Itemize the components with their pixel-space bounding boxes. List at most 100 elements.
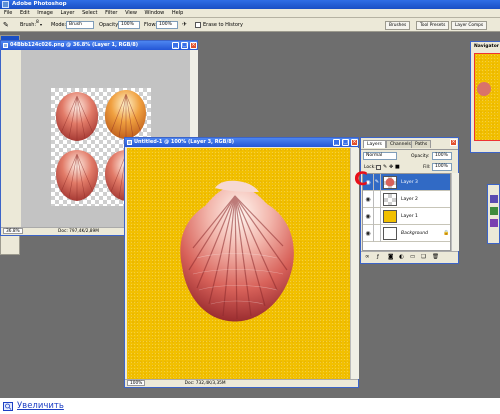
menu-layer[interactable]: Layer (61, 10, 75, 16)
fill-label: Fill: (423, 165, 431, 170)
new-group-icon[interactable]: ▭ (410, 254, 415, 260)
delete-layer-icon[interactable]: 🗑 (432, 254, 439, 260)
shells-zoom-field[interactable]: 36.8% (3, 228, 23, 234)
fill-input[interactable]: 100% (432, 163, 452, 171)
erase-history-checkbox[interactable] (195, 22, 201, 28)
menu-edit[interactable]: Edit (20, 10, 30, 16)
layer-link-slot (373, 225, 381, 242)
lock-move-icon[interactable]: ✥ (389, 164, 393, 170)
close-button[interactable]: × (450, 139, 457, 146)
tab-paths[interactable]: Paths (411, 140, 432, 148)
layer-name: Layer 3 (401, 180, 418, 185)
tab-layer-comps[interactable]: Layer Comps (451, 21, 488, 30)
close-button[interactable]: × (351, 139, 358, 146)
menu-filter[interactable]: Filter (105, 10, 117, 16)
opacity-input[interactable]: 100% (118, 21, 140, 29)
photoshop-workspace: Adobe Photoshop File Edit Image Layer Se… (0, 0, 500, 398)
navigator-title-bar: Navigator (471, 42, 500, 51)
magnify-glyph (5, 403, 12, 410)
navigator-panel: Navigator (470, 41, 500, 153)
main-canvas[interactable] (127, 148, 350, 379)
minimize-button[interactable]: _ (333, 139, 340, 146)
new-layer-icon[interactable]: ❏ (421, 254, 426, 260)
menu-view[interactable]: View (125, 10, 137, 16)
zoom-link[interactable]: Увеличить (17, 400, 64, 412)
adjustment-layer-icon[interactable]: ◐ (399, 254, 404, 260)
shells-doc-info: Doc: 797,4K/2,89M (58, 229, 99, 234)
layer-row-3[interactable]: ◉ ✎ Layer 3 (363, 174, 450, 191)
tab-layers[interactable]: Layers (363, 140, 386, 148)
page-footer: Увеличить (0, 398, 500, 414)
layer-row-1[interactable]: ◉ Layer 1 (363, 208, 450, 225)
layer-name: Background (401, 231, 428, 236)
layers-panel-tab-bar: Layers Channels Paths × (361, 138, 458, 150)
annotation-mark: C (354, 168, 368, 190)
navigator-shell-thumb (477, 82, 491, 96)
shells-window-title: 04Bbb124c026.png @ 36.8% (Layer 1, RGB/8… (10, 42, 138, 48)
erase-history-label: Erase to History (203, 22, 243, 28)
magnify-icon[interactable] (3, 402, 13, 411)
lock-all-icon[interactable]: ■ (395, 164, 400, 170)
document-window-main: Untitled-1 @ 100% (Layer 3, RGB/8) _ □ × (124, 137, 359, 388)
layer-row-background[interactable]: ◉ Background 🔒 (363, 225, 450, 242)
layers-scrollbar[interactable] (451, 173, 459, 251)
app-title: Adobe Photoshop (12, 1, 67, 7)
layer-name: Layer 2 (401, 197, 418, 202)
swatch-icon[interactable] (490, 195, 498, 203)
main-window-title: Untitled-1 @ 100% (Layer 3, RGB/8) (134, 139, 235, 145)
main-status-bar: 100% Doc: 732,4K/3,35M (125, 379, 358, 387)
maximize-button[interactable]: □ (181, 42, 188, 49)
layer-thumbnail (383, 193, 397, 206)
opacity-label: Opacity: (411, 154, 430, 159)
visibility-eye-icon[interactable]: ◉ (364, 208, 372, 225)
eraser-tool-icon[interactable]: ✎ (3, 18, 9, 32)
opacity-label: Opacity: (99, 22, 120, 28)
layer-link-slot (373, 208, 381, 225)
layer-mask-icon[interactable]: ◙ (388, 254, 393, 260)
maximize-button[interactable]: □ (342, 139, 349, 146)
scallop-shell-image (180, 180, 294, 322)
navigator-preview[interactable] (474, 53, 500, 141)
swatch-icon[interactable] (490, 207, 498, 215)
brush-label: Brush: (20, 22, 37, 28)
layer-thumbnail (383, 176, 397, 189)
edge-panel (487, 184, 500, 244)
layer-row-2[interactable]: ◉ Layer 2 (363, 191, 450, 208)
layer-opacity-input[interactable]: 100% (432, 152, 452, 160)
layers-footer: ∞ ƒ ◙ ◐ ▭ ❏ 🗑 (361, 251, 458, 263)
layers-list: ◉ ✎ Layer 3 ◉ Layer 2 ◉ Layer 1 ◉ Backgr… (362, 173, 451, 251)
menu-select[interactable]: Select (82, 10, 97, 16)
airbrush-icon[interactable]: ✈ (182, 18, 187, 32)
layer-style-icon[interactable]: ƒ (377, 254, 379, 260)
flow-input[interactable]: 100% (156, 21, 178, 29)
blend-mode-select[interactable]: Normal (363, 152, 397, 160)
shell-thumb-icon (385, 178, 395, 187)
main-zoom-field[interactable]: 100% (127, 380, 146, 386)
brush-dropdown-icon[interactable]: ▾ (40, 18, 42, 32)
mode-label: Mode: (51, 22, 67, 28)
visibility-eye-icon[interactable]: ◉ (364, 225, 372, 242)
mode-select[interactable]: Brush (66, 21, 94, 29)
layer-thumbnail (383, 227, 397, 240)
document-icon (127, 140, 132, 145)
minimize-button[interactable]: _ (172, 42, 179, 49)
layer-link-slot (373, 191, 381, 208)
tab-tool-presets[interactable]: Tool Presets (416, 21, 450, 30)
swatch-icon[interactable] (490, 219, 498, 227)
menu-bar: File Edit Image Layer Select Filter View… (0, 9, 500, 18)
tab-brushes[interactable]: Brushes (385, 21, 411, 30)
close-button[interactable]: × (190, 42, 197, 49)
lock-paint-icon[interactable]: ✎ (383, 164, 387, 170)
menu-image[interactable]: Image (37, 10, 53, 16)
lock-icon: 🔒 (443, 230, 450, 236)
menu-help[interactable]: Help (172, 10, 183, 16)
menu-file[interactable]: File (4, 10, 12, 16)
visibility-eye-icon[interactable]: ◉ (364, 191, 372, 208)
brush-size[interactable]: 8 (36, 18, 39, 28)
menu-window[interactable]: Window (145, 10, 165, 16)
flow-label: Flow: (144, 22, 157, 28)
navigator-title: Navigator (474, 44, 499, 49)
lock-transparency-icon[interactable] (376, 165, 381, 170)
layer-brush-icon: ✎ (373, 174, 381, 191)
link-layers-icon[interactable]: ∞ (365, 254, 370, 260)
